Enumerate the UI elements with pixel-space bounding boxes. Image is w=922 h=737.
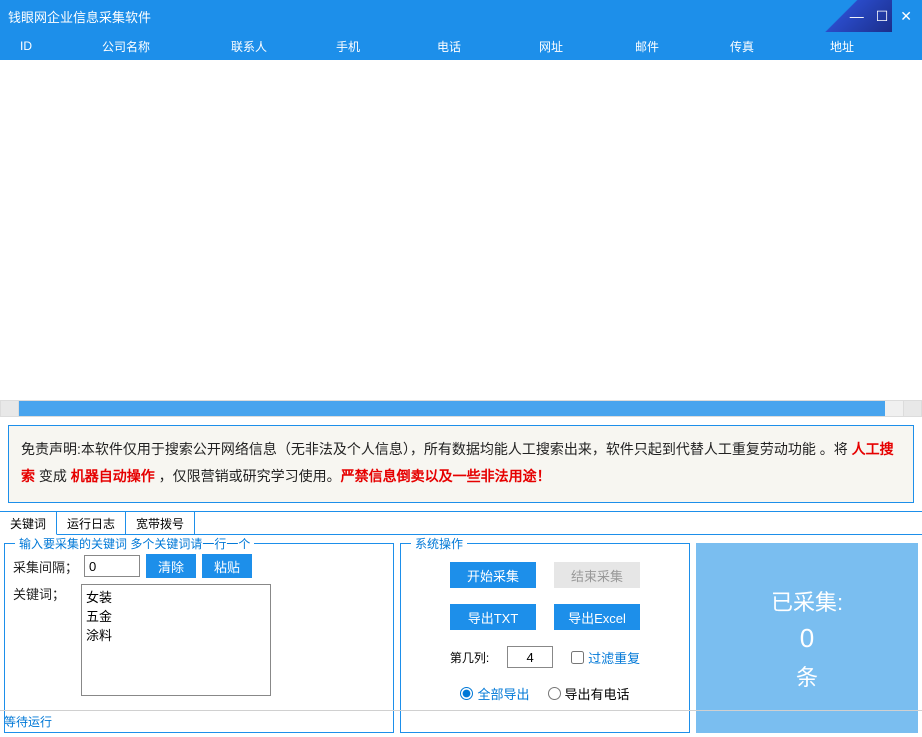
disclaimer-mid2: ，仅限营销或研究学习使用。 <box>155 468 341 484</box>
title-bar: 钱眼网企业信息采集软件 — ☐ ✕ <box>0 0 922 32</box>
column-header[interactable]: ID <box>0 39 52 53</box>
keywords-legend: 输入要采集的关键词 多个关键词请一行一个 <box>15 535 254 552</box>
keywords-group: 输入要采集的关键词 多个关键词请一行一个 采集间隔； 清除 粘贴 关键词； <box>4 543 394 733</box>
scroll-right-arrow[interactable] <box>903 401 921 416</box>
maximize-button[interactable]: ☐ <box>876 8 889 25</box>
table-header: ID公司名称联系人手机电话网址邮件传真地址 <box>0 32 922 60</box>
scroll-left-arrow[interactable] <box>1 401 19 416</box>
result-panel: 已采集: 0 条 <box>696 543 918 733</box>
column-header[interactable]: 传真 <box>692 38 792 55</box>
clear-button[interactable]: 清除 <box>146 554 196 578</box>
keywords-textarea[interactable] <box>81 584 271 696</box>
system-group: 系统操作 开始采集 结束采集 导出TXT 导出Excel 第几列: 过滤重复 全… <box>400 543 690 733</box>
export-txt-button[interactable]: 导出TXT <box>450 604 536 630</box>
column-header[interactable]: 地址 <box>792 38 892 55</box>
column-label: 第几列: <box>450 649 489 666</box>
export-phone-radio[interactable]: 导出有电话 <box>548 684 630 703</box>
result-count: 0 <box>800 623 814 654</box>
column-header[interactable]: 手机 <box>298 38 398 55</box>
export-excel-button[interactable]: 导出Excel <box>554 604 640 630</box>
disclaimer-mid1: 变成 <box>35 468 71 484</box>
system-legend: 系统操作 <box>411 535 467 552</box>
disclaimer-text: 免责声明:本软件仅用于搜索公开网络信息（无非法及个人信息），所有数据均能人工搜索… <box>21 441 852 457</box>
table-body[interactable] <box>0 60 922 400</box>
start-collect-button[interactable]: 开始采集 <box>450 562 536 588</box>
scroll-thumb[interactable] <box>19 401 885 416</box>
disclaimer-panel: 免责声明:本软件仅用于搜索公开网络信息（无非法及个人信息），所有数据均能人工搜索… <box>8 425 914 503</box>
column-header[interactable]: 邮件 <box>602 38 692 55</box>
minimize-button[interactable]: — <box>850 8 864 24</box>
column-header[interactable]: 公司名称 <box>52 38 200 55</box>
status-bar: 等待运行 <box>0 710 922 730</box>
disclaimer-red3: 严禁信息倒卖以及一些非法用途！ <box>341 468 551 484</box>
window-title: 钱眼网企业信息采集软件 <box>8 7 151 26</box>
keywords-label: 关键词； <box>13 584 75 603</box>
column-header[interactable]: 网址 <box>500 38 602 55</box>
result-label: 已采集: <box>771 585 843 617</box>
close-button[interactable]: ✕ <box>900 8 912 25</box>
tab-dialup[interactable]: 宽带拨号 <box>126 512 195 534</box>
tab-keywords[interactable]: 关键词 <box>0 512 57 535</box>
interval-input[interactable] <box>84 555 140 577</box>
column-header[interactable]: 联系人 <box>200 38 298 55</box>
tab-bar: 关键词 运行日志 宽带拨号 <box>0 511 922 535</box>
column-input[interactable] <box>507 646 553 668</box>
paste-button[interactable]: 粘贴 <box>202 554 252 578</box>
result-unit: 条 <box>796 660 818 692</box>
column-header[interactable]: 电话 <box>398 38 500 55</box>
filter-checkbox[interactable]: 过滤重复 <box>571 648 640 667</box>
stop-collect-button: 结束采集 <box>554 562 640 588</box>
interval-label: 采集间隔； <box>13 557 78 576</box>
tab-log[interactable]: 运行日志 <box>57 512 126 534</box>
export-all-radio[interactable]: 全部导出 <box>460 684 529 703</box>
horizontal-scrollbar[interactable] <box>0 400 922 417</box>
scroll-track[interactable] <box>19 401 903 416</box>
disclaimer-red2: 机器自动操作 <box>71 468 155 484</box>
